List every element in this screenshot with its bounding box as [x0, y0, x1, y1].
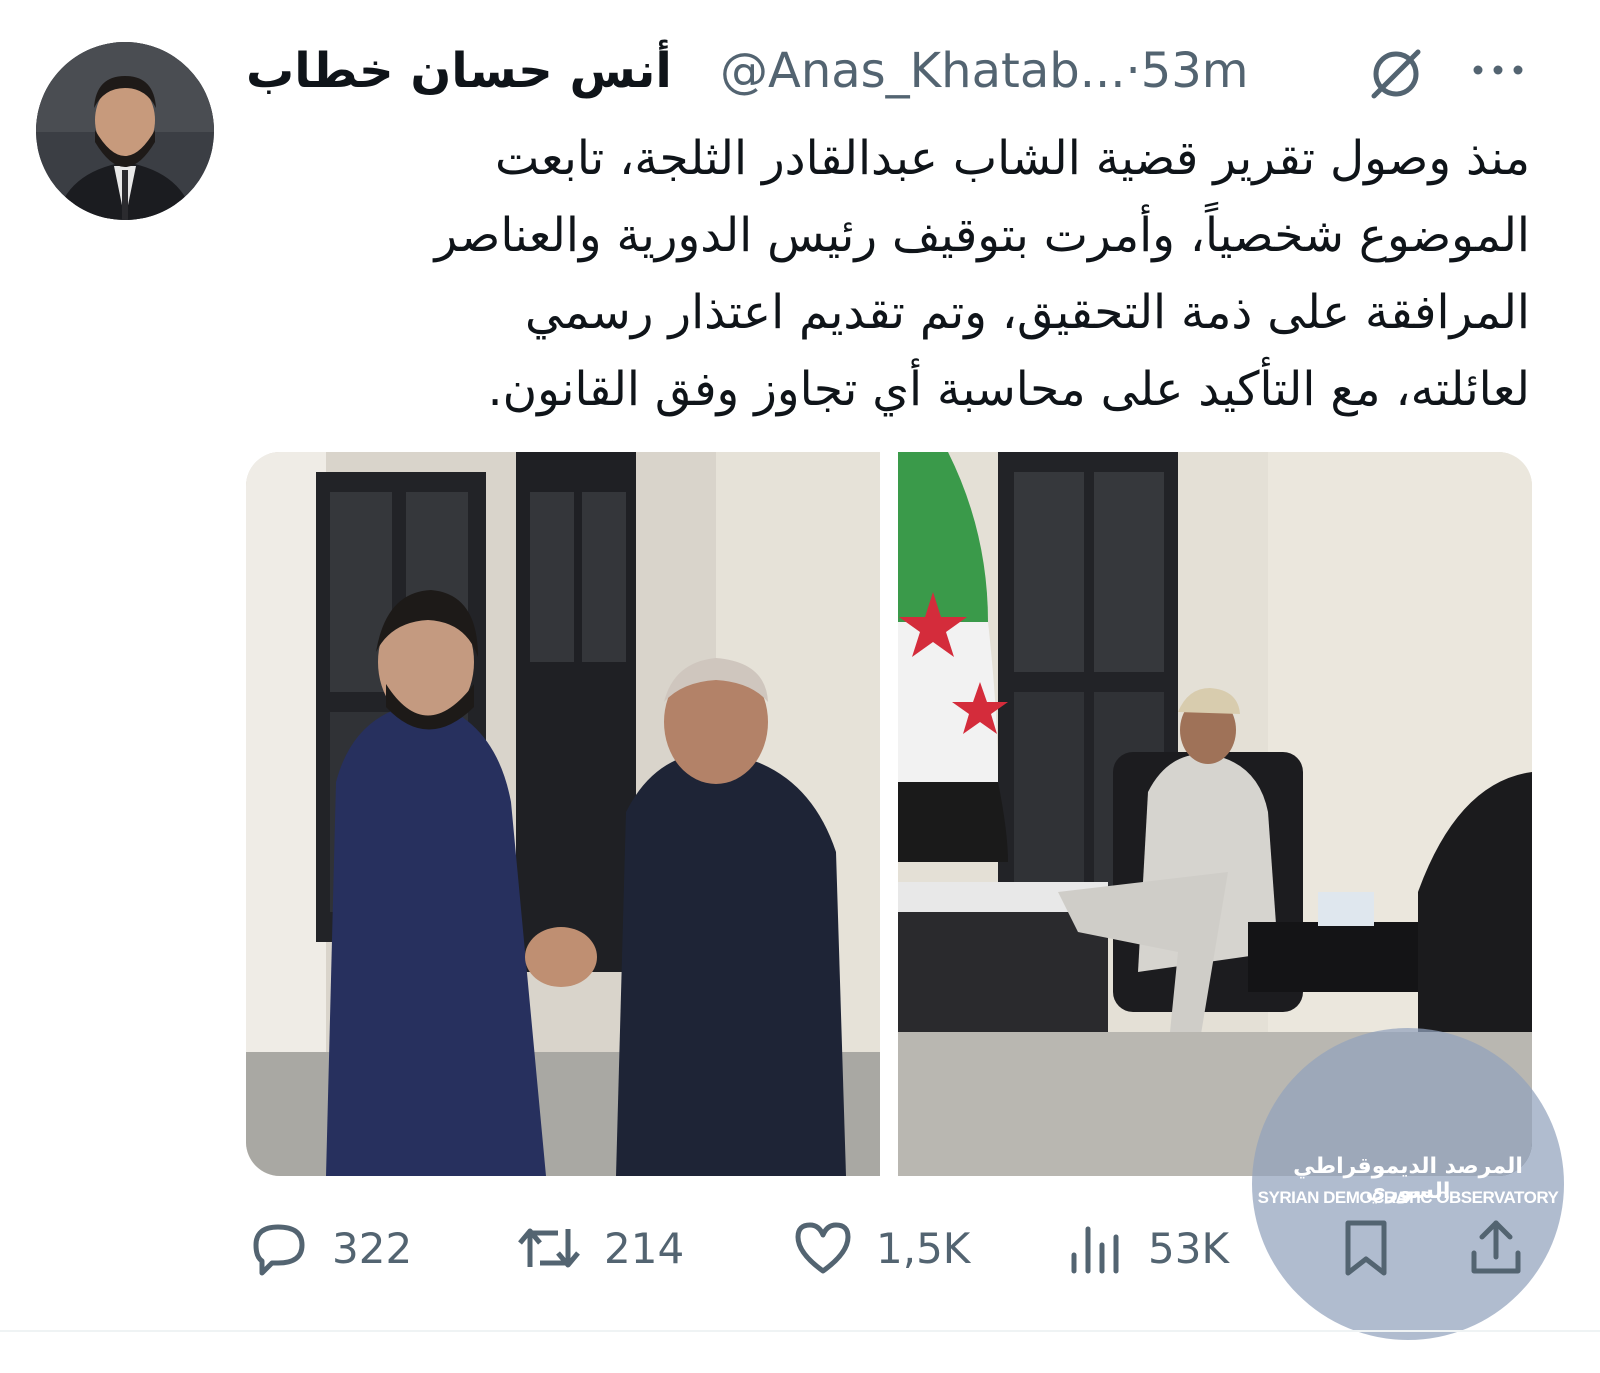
bookmark-icon	[1345, 1220, 1387, 1276]
views-icon	[1071, 1226, 1119, 1274]
divider	[0, 1330, 1600, 1332]
repost-icon	[518, 1228, 580, 1268]
more-options-icon[interactable]	[1468, 50, 1528, 90]
tweet-action-bar: 322 214 1,5K 53K	[246, 1208, 1536, 1288]
share-button[interactable]	[1466, 1208, 1526, 1288]
avatar[interactable]	[36, 42, 214, 220]
heart-icon	[795, 1222, 851, 1274]
tweet-time[interactable]: ·53m	[1125, 43, 1248, 99]
bookmark-button[interactable]	[1336, 1208, 1396, 1288]
author-handle[interactable]: @Anas_Khatab...	[720, 43, 1125, 99]
views-button[interactable]: 53K	[1062, 1208, 1229, 1288]
share-icon	[1471, 1220, 1521, 1274]
profile-photo	[36, 42, 214, 220]
reply-icon	[253, 1224, 305, 1276]
author-handle-and-time[interactable]: @Anas_Khatab...·53m	[720, 38, 1249, 104]
tweet-text: منذ وصول تقرير قضية الشاب عبدالقادر الثل…	[434, 131, 1530, 417]
views-count: 53K	[1148, 1223, 1229, 1273]
watermark-english: SYRIAN DEMOCRATIC OBSERVATORY	[1257, 1188, 1559, 1207]
like-button[interactable]: 1,5K	[790, 1208, 970, 1288]
author-display-name[interactable]: أنس حسان خطاب	[246, 38, 672, 104]
repost-count: 214	[604, 1223, 685, 1273]
like-count: 1,5K	[876, 1223, 971, 1273]
repost-button[interactable]: 214	[514, 1208, 684, 1288]
watermark-seal: المرصد الديموقراطي السوري SYRIAN DEMOCRA…	[1252, 1028, 1564, 1340]
photo-handshake[interactable]	[246, 452, 880, 1176]
reply-count: 322	[332, 1223, 413, 1273]
grok-icon[interactable]	[1366, 44, 1426, 104]
tweet-header: أنس حسان خطاب @Anas_Khatab...·53m	[246, 38, 1546, 108]
reply-button[interactable]: 322	[246, 1208, 412, 1288]
